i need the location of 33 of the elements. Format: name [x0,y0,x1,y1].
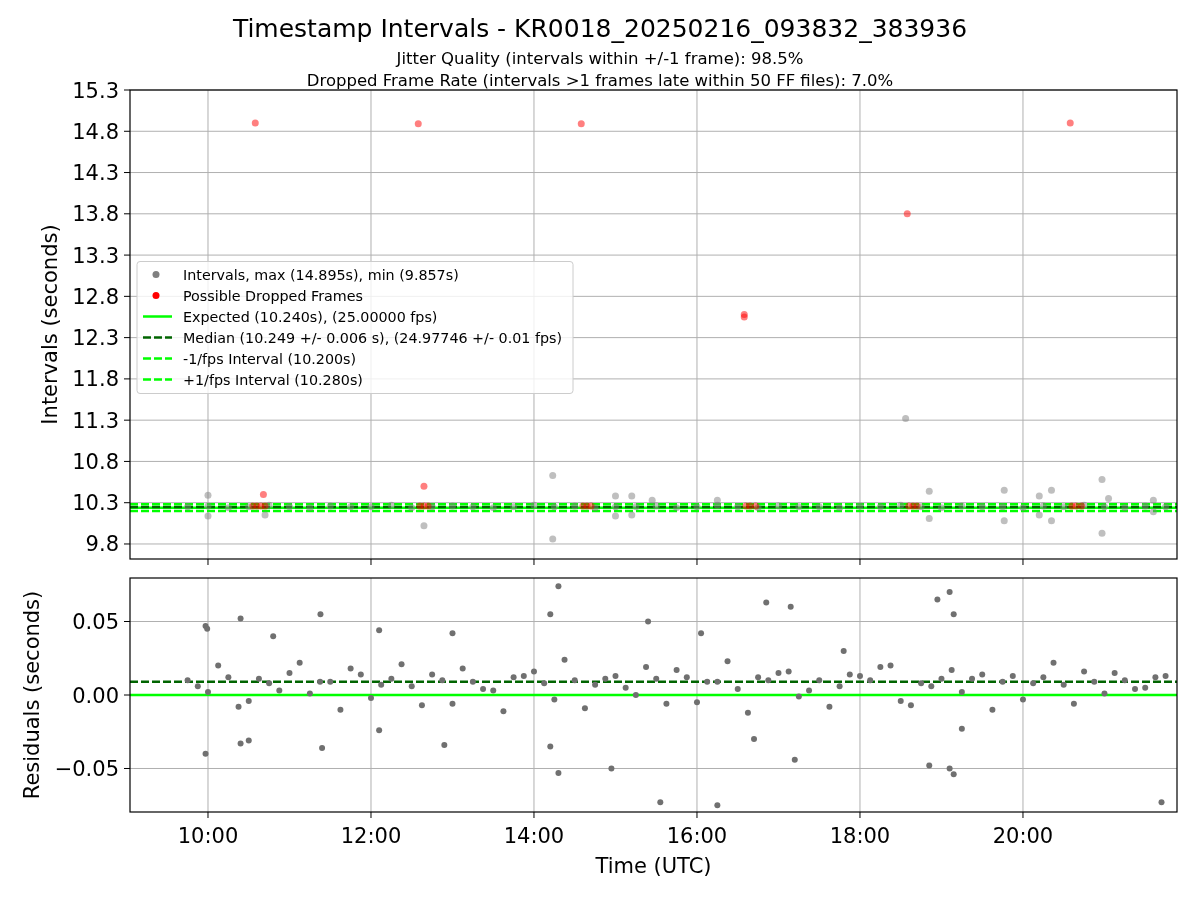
tick-label: 11.8 [72,367,119,392]
legend-label: Expected (10.240s), (25.00000 fps) [183,308,438,325]
tick-label: 20:00 [992,824,1054,848]
chart-title: Timestamp Intervals - KR0018_20250216_093832_383936 [232,14,968,43]
tick-label: 12:00 [340,824,402,848]
tick-label: 15.3 [72,78,119,103]
tick-label: 14:00 [503,824,565,848]
tick-label: 12.3 [72,326,119,351]
tick-label: 14.3 [72,161,119,186]
tick-label: 0.00 [72,683,119,708]
axis-label: Intervals (seconds) [38,224,62,425]
tick-label: 10.8 [72,449,119,474]
legend-label: -1/fps Interval (10.200s) [183,350,357,367]
tick-label: 10:00 [177,824,239,848]
axis-label: Time (UTC) [595,854,712,878]
tick-label: 14.8 [72,119,119,144]
axis-label: Residuals (seconds) [20,590,44,800]
tick-label: 13.8 [72,202,119,227]
tick-label: 0.05 [72,610,119,634]
tick-label: 9.8 [85,532,119,557]
tick-label: 13.3 [72,243,119,268]
chart-subtitle: Dropped Frame Rate (intervals >1 frames late within 50 FF files): 7.0% [306,71,894,90]
legend-label: Possible Dropped Frames [183,287,363,304]
legend-label: +1/fps Interval (10.280s) [183,371,363,388]
tick-label: 18:00 [829,824,891,848]
tick-label: 11.3 [72,408,119,433]
chart-subtitle: Jitter Quality (intervals within +/-1 frame): 98.5% [396,49,804,68]
tick-label: 16:00 [666,824,728,848]
tick-label: 12.8 [72,284,119,309]
legend-label: Median (10.249 +/- 0.006 s), (24.97746 +/- 0.01 fps) [183,329,563,346]
legend-label: Intervals, max (14.895s), min (9.857s) [183,266,459,283]
tick-label: 10.3 [72,491,119,516]
tick-label: −0.05 [54,757,119,781]
